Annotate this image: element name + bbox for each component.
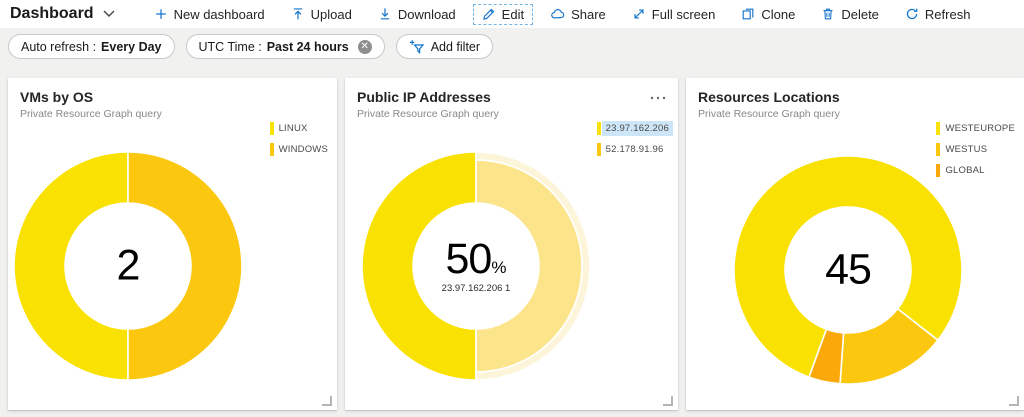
- filter-bar: Auto refresh : Every Day UTC Time : Past…: [0, 28, 1024, 78]
- download-button[interactable]: Download: [369, 4, 465, 25]
- dashboard-title-menu[interactable]: Dashboard: [10, 5, 115, 23]
- pencil-icon: [482, 8, 495, 20]
- dashboard-toolbar: Dashboard New dashboard Upload Download …: [0, 0, 1024, 28]
- tile-title: VMs by OS: [20, 89, 94, 105]
- tile-public-ip-addresses: Public IP Addresses Private Resource Gra…: [345, 78, 678, 410]
- page-title: Dashboard: [10, 5, 94, 22]
- donut-chart-vms-by-os[interactable]: [8, 146, 248, 386]
- upload-button[interactable]: Upload: [282, 4, 361, 25]
- tile-title: Resources Locations: [698, 89, 840, 105]
- chart-legend: LINUX WINDOWS: [269, 122, 328, 156]
- legend-swatch: [936, 122, 941, 135]
- refresh-button[interactable]: Refresh: [896, 4, 980, 25]
- utc-time-filter-pill[interactable]: UTC Time : Past 24 hours ✕: [185, 34, 385, 59]
- upload-icon: [293, 8, 302, 20]
- tile-vms-by-os: VMs by OS Private Resource Graph query L…: [8, 78, 337, 410]
- tile-resize-handle[interactable]: [1009, 396, 1019, 406]
- more-options-icon[interactable]: [648, 85, 668, 107]
- add-filter-icon: [409, 39, 425, 55]
- dashboard-grid: VMs by OS Private Resource Graph query L…: [0, 78, 1024, 410]
- donut-slice-windows[interactable]: [127, 151, 243, 381]
- legend-swatch: [596, 122, 601, 135]
- tile-subtitle: Private Resource Graph query: [357, 108, 499, 120]
- donut-chart-public-ip[interactable]: [356, 146, 596, 386]
- tile-resources-locations: Resources Locations Private Resource Gra…: [686, 78, 1024, 410]
- refresh-icon: [906, 8, 918, 20]
- donut-slice-52-178-91-96[interactable]: [475, 159, 583, 373]
- fullscreen-arrow-icon: [634, 9, 644, 19]
- copy-icon: [742, 8, 754, 20]
- legend-item[interactable]: 52.178.91.96: [596, 143, 664, 156]
- legend-item[interactable]: WINDOWS: [269, 143, 328, 156]
- auto-refresh-filter-pill[interactable]: Auto refresh : Every Day: [8, 34, 175, 59]
- cloud-icon: [551, 9, 565, 19]
- legend-swatch: [596, 143, 601, 156]
- legend-item[interactable]: WESTEUROPE: [936, 122, 1015, 135]
- chart-legend: 23.97.162.206 52.178.91.96: [596, 121, 673, 156]
- legend-swatch: [269, 143, 274, 156]
- legend-item-selected[interactable]: 23.97.162.206: [596, 121, 673, 136]
- legend-item[interactable]: LINUX: [269, 122, 308, 135]
- legend-swatch: [269, 122, 274, 135]
- donut-chart-resources-locations[interactable]: [728, 150, 968, 390]
- tile-title: Public IP Addresses: [357, 89, 491, 105]
- plus-icon: [155, 9, 166, 19]
- delete-button[interactable]: Delete: [812, 4, 888, 25]
- tile-resize-handle[interactable]: [322, 396, 332, 406]
- donut-slice-linux[interactable]: [13, 151, 129, 381]
- tile-resize-handle[interactable]: [663, 396, 673, 406]
- clone-button[interactable]: Clone: [732, 4, 804, 25]
- trash-icon: [823, 8, 833, 20]
- tile-subtitle: Private Resource Graph query: [698, 108, 840, 120]
- new-dashboard-button[interactable]: New dashboard: [145, 4, 274, 25]
- share-button[interactable]: Share: [541, 4, 615, 25]
- donut-slice-23-97-162-206[interactable]: [361, 151, 477, 381]
- remove-filter-icon[interactable]: ✕: [357, 39, 372, 54]
- chevron-down-icon: [103, 10, 115, 17]
- edit-button[interactable]: Edit: [472, 3, 534, 25]
- full-screen-button[interactable]: Full screen: [623, 4, 725, 25]
- add-filter-button[interactable]: Add filter: [395, 34, 494, 59]
- download-icon: [380, 8, 390, 20]
- tile-subtitle: Private Resource Graph query: [20, 108, 162, 120]
